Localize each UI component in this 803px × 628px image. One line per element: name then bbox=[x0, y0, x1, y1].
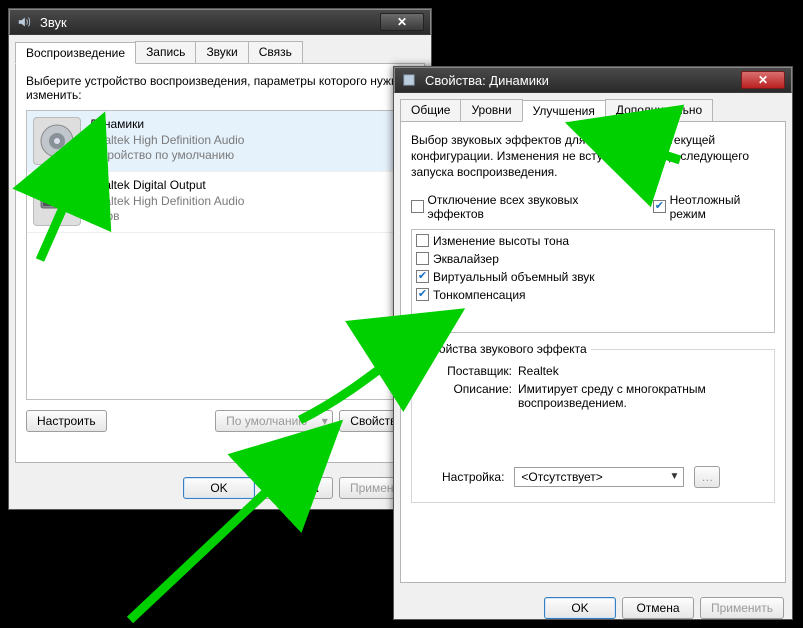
effect-eq-checkbox[interactable] bbox=[416, 252, 429, 265]
effect-loudness-checkbox[interactable] bbox=[416, 288, 429, 301]
effect-pitch-row[interactable]: Изменение высоты тона bbox=[416, 232, 770, 250]
ok-button[interactable]: OK bbox=[183, 477, 255, 499]
titlebar-properties[interactable]: Свойства: Динамики ✕ bbox=[394, 67, 792, 93]
props-buttons: OK Отмена Применить bbox=[394, 589, 792, 627]
sound-sysicon bbox=[16, 14, 32, 30]
properties-title: Свойства: Динамики bbox=[421, 73, 741, 88]
provider-value: Realtek bbox=[518, 364, 559, 378]
setting-combo[interactable]: <Отсутствует> ▼ bbox=[514, 467, 684, 487]
effect-eq-row[interactable]: Эквалайзер bbox=[416, 250, 770, 268]
props-tab-body: Выбор звуковых эффектов для применения к… bbox=[400, 121, 786, 583]
sound-prompt: Выберите устройство воспроизведения, пар… bbox=[26, 74, 414, 102]
apply-button[interactable]: Применить bbox=[700, 597, 784, 619]
desc-value: Имитирует среду с многократным воспроизв… bbox=[518, 382, 748, 410]
urgent-mode-row[interactable]: Неотложный режим bbox=[653, 191, 775, 223]
effect-loudness-row[interactable]: Тонкомпенсация bbox=[416, 286, 770, 304]
effect-surround-row[interactable]: Виртуальный объемный звук bbox=[416, 268, 770, 286]
setting-value: <Отсутствует> bbox=[521, 470, 602, 484]
disable-all-label: Отключение всех звуковых эффектов bbox=[428, 193, 630, 221]
default-check-icon bbox=[65, 149, 83, 167]
properties-sysicon bbox=[401, 72, 417, 88]
properties-window: Свойства: Динамики ✕ Общие Уровни Улучше… bbox=[393, 66, 793, 620]
device-name: Realtek Digital Output bbox=[89, 178, 244, 194]
effects-list[interactable]: Изменение высоты тона Эквалайзер Виртуал… bbox=[411, 229, 775, 333]
default-caret[interactable]: ▾ bbox=[317, 410, 333, 432]
tab-advanced[interactable]: Дополнительно bbox=[605, 99, 713, 121]
configure-button[interactable]: Настроить bbox=[26, 410, 107, 432]
tab-enhancements[interactable]: Улучшения bbox=[522, 100, 606, 122]
close-button[interactable]: ✕ bbox=[380, 13, 424, 31]
speaker-icon bbox=[33, 117, 81, 165]
urgent-mode-label: Неотложный режим bbox=[670, 193, 775, 221]
device-digital-output[interactable]: Realtek Digital Output Realtek High Defi… bbox=[27, 172, 413, 233]
device-status: Готов bbox=[89, 209, 244, 225]
default-button[interactable]: По умолчанию bbox=[215, 410, 317, 432]
sound-title: Звук bbox=[36, 15, 380, 30]
setting-more-button[interactable]: … bbox=[694, 466, 720, 488]
effect-label: Виртуальный объемный звук bbox=[433, 270, 595, 284]
effect-label: Тонкомпенсация bbox=[433, 288, 526, 302]
effect-label: Изменение высоты тона bbox=[433, 234, 569, 248]
effect-surround-checkbox[interactable] bbox=[416, 270, 429, 283]
desc-label: Описание: bbox=[436, 382, 512, 396]
sound-tab-body: Выберите устройство воспроизведения, пар… bbox=[15, 63, 425, 463]
tab-general[interactable]: Общие bbox=[400, 99, 461, 121]
sound-tabs: Воспроизведение Запись Звуки Связь bbox=[15, 41, 425, 63]
urgent-mode-checkbox[interactable] bbox=[653, 200, 666, 213]
device-driver: Realtek High Definition Audio bbox=[89, 133, 244, 149]
tab-levels[interactable]: Уровни bbox=[460, 99, 522, 121]
device-name: Динамики bbox=[89, 117, 244, 133]
tab-playback[interactable]: Воспроизведение bbox=[15, 42, 136, 64]
disable-all-checkbox[interactable] bbox=[411, 200, 424, 213]
device-list[interactable]: Динамики Realtek High Definition Audio У… bbox=[26, 110, 414, 400]
sound-window: Звук ✕ Воспроизведение Запись Звуки Связ… bbox=[8, 8, 432, 510]
device-driver: Realtek High Definition Audio bbox=[89, 194, 244, 210]
close-button[interactable]: ✕ bbox=[741, 71, 785, 89]
titlebar-sound[interactable]: Звук ✕ bbox=[9, 9, 431, 35]
provider-label: Поставщик: bbox=[436, 364, 512, 378]
setting-label: Настройка: bbox=[442, 470, 504, 484]
disable-all-row[interactable]: Отключение всех звуковых эффектов bbox=[411, 191, 629, 223]
tab-recording[interactable]: Запись bbox=[135, 41, 196, 63]
effect-label: Эквалайзер bbox=[433, 252, 499, 266]
effect-props-group: Свойства звукового эффекта Поставщик: Re… bbox=[411, 349, 775, 503]
group-legend: Свойства звукового эффекта bbox=[420, 342, 591, 356]
tab-sounds[interactable]: Звуки bbox=[195, 41, 248, 63]
cancel-button[interactable]: Отмена bbox=[622, 597, 694, 619]
ok-button[interactable]: OK bbox=[544, 597, 616, 619]
chevron-down-icon: ▼ bbox=[670, 471, 680, 482]
device-status: Устройство по умолчанию bbox=[89, 148, 244, 164]
effect-pitch-checkbox[interactable] bbox=[416, 234, 429, 247]
tab-communications[interactable]: Связь bbox=[248, 41, 303, 63]
device-speakers[interactable]: Динамики Realtek High Definition Audio У… bbox=[27, 111, 413, 172]
props-tabs: Общие Уровни Улучшения Дополнительно bbox=[400, 99, 786, 121]
enhancements-description: Выбор звуковых эффектов для применения к… bbox=[411, 132, 775, 181]
sound-buttons: OK Отмена Применить bbox=[9, 469, 431, 507]
digital-output-icon bbox=[33, 178, 81, 226]
cancel-button[interactable]: Отмена bbox=[261, 477, 333, 499]
